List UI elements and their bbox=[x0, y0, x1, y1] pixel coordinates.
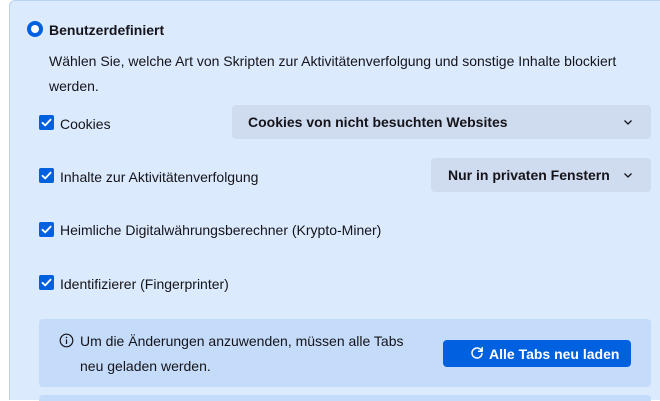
reload-icon bbox=[471, 346, 483, 359]
cookies-label[interactable]: Cookies bbox=[60, 115, 111, 133]
cryptominers-checkbox[interactable] bbox=[39, 222, 54, 237]
cookies-select-value: Cookies von nicht besuchten Websites bbox=[248, 114, 508, 130]
fingerprinters-checkbox[interactable] bbox=[39, 275, 54, 290]
tracking-content-select[interactable]: Nur in privaten Fenstern bbox=[431, 158, 651, 192]
reload-notice-text: Um die Änderungen anzuwenden, müssen all… bbox=[80, 333, 404, 374]
checkmark-icon bbox=[41, 278, 52, 287]
checkmark-icon bbox=[41, 225, 52, 234]
custom-description: Wählen Sie, welche Art von Skripten zur … bbox=[49, 53, 617, 94]
reload-all-tabs-label: Alle Tabs neu laden bbox=[489, 346, 620, 362]
tracking-protection-panel: Benutzerdefiniert Wählen Sie, welche Art… bbox=[9, 0, 660, 401]
custom-radio-label[interactable]: Benutzerdefiniert bbox=[49, 21, 164, 39]
tracking-content-label[interactable]: Inhalte zur Aktivitätenverfolgung bbox=[60, 168, 258, 186]
cryptominers-label[interactable]: Heimliche Digitalwährungsberechner (Kryp… bbox=[60, 221, 381, 239]
fingerprinters-label[interactable]: Identifizierer (Fingerprinter) bbox=[60, 275, 229, 293]
reload-all-tabs-button[interactable]: Alle Tabs neu laden bbox=[443, 340, 631, 367]
checkmark-icon bbox=[41, 118, 52, 127]
checkmark-icon bbox=[41, 171, 52, 180]
reload-notice: Um die Änderungen anzuwenden, müssen all… bbox=[39, 319, 651, 387]
tracking-content-select-value: Nur in privaten Fenstern bbox=[448, 167, 610, 183]
chevron-down-icon bbox=[624, 120, 632, 125]
cookies-select[interactable]: Cookies von nicht besuchten Websites bbox=[232, 105, 651, 139]
next-section-edge bbox=[39, 395, 651, 401]
info-icon bbox=[59, 333, 74, 348]
custom-radio[interactable] bbox=[27, 21, 43, 37]
tracking-content-checkbox[interactable] bbox=[39, 168, 54, 183]
cookies-checkbox[interactable] bbox=[39, 115, 54, 130]
chevron-down-icon bbox=[624, 173, 632, 178]
